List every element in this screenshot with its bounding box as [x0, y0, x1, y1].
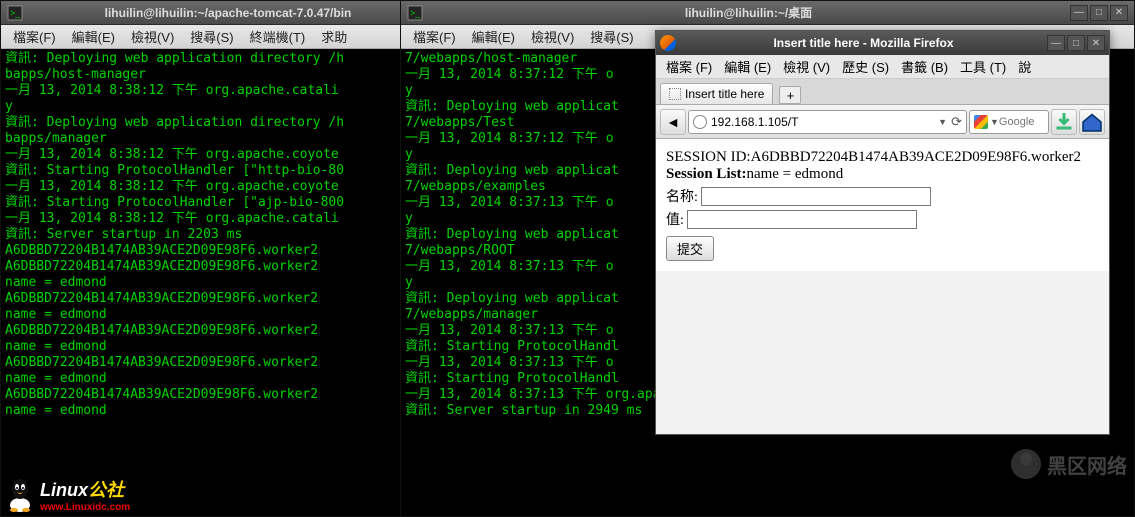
ff-menu-file[interactable]: 檔案 (F): [660, 55, 718, 78]
firefox-menubar: 檔案 (F) 編輯 (E) 檢視 (V) 歷史 (S) 書籤 (B) 工具 (T…: [656, 55, 1109, 79]
page-content: SESSION ID:A6DBBD72204B1474AB39ACE2D09E9…: [656, 139, 1109, 271]
term1-title: lihuilin@lihuilin:~/apache-tomcat-7.0.47…: [27, 6, 429, 20]
url-dropdown-icon[interactable]: ▼: [938, 117, 947, 127]
session-list-line: Session List:name = edmond: [666, 166, 1099, 183]
term1-menu-terminal[interactable]: 終端機(T): [242, 25, 314, 48]
svg-text:>_: >_: [410, 8, 421, 18]
close-button[interactable]: ✕: [1110, 5, 1128, 21]
value-row: 值:: [666, 209, 1099, 229]
name-label: 名称:: [666, 190, 698, 205]
term1-output[interactable]: 資訊: Deploying web application directory …: [1, 49, 435, 421]
back-button[interactable]: ◄: [660, 109, 686, 135]
term1-menu-edit[interactable]: 編輯(E): [64, 25, 123, 48]
new-tab-button[interactable]: +: [779, 86, 801, 104]
term1-menubar: 檔案(F) 編輯(E) 檢視(V) 搜尋(S) 終端機(T) 求助: [1, 25, 435, 49]
ff-menu-history[interactable]: 歷史 (S): [836, 55, 895, 78]
term2-titlebar[interactable]: >_ lihuilin@lihuilin:~/桌面 — □ ✕: [401, 1, 1134, 25]
reload-button[interactable]: ⟳: [951, 114, 962, 130]
ff-close-button[interactable]: ✕: [1087, 35, 1105, 51]
firefox-window: Insert title here - Mozilla Firefox — □ …: [655, 30, 1110, 435]
term1-titlebar[interactable]: >_ lihuilin@lihuilin:~/apache-tomcat-7.0…: [1, 1, 435, 25]
watermark-heiqu: 黑区网络: [1011, 449, 1127, 479]
ff-menu-tools[interactable]: 工具 (T): [954, 55, 1012, 78]
firefox-title: Insert title here - Mozilla Firefox: [680, 36, 1047, 50]
globe-icon: [693, 115, 707, 129]
terminal-icon: >_: [7, 5, 23, 21]
session-list-value: name = edmond: [746, 166, 843, 182]
firefox-tabbar: Insert title here +: [656, 79, 1109, 105]
heiqu-icon: [1011, 449, 1041, 479]
svg-text:>_: >_: [10, 8, 21, 18]
wm-text1: Linux: [40, 480, 88, 500]
ff-menu-help[interactable]: 說: [1012, 55, 1037, 78]
url-bar[interactable]: ▼ ⟳: [688, 110, 967, 134]
firefox-tab[interactable]: Insert title here: [660, 83, 773, 104]
watermark-text: Linux公社 www.Linuxidc.com: [40, 476, 130, 513]
terminal-icon: >_: [407, 5, 423, 21]
term2-title: lihuilin@lihuilin:~/桌面: [427, 4, 1070, 21]
value-input[interactable]: [687, 210, 917, 229]
terminal-window-1: >_ lihuilin@lihuilin:~/apache-tomcat-7.0…: [0, 0, 436, 517]
session-label: SESSION ID:: [666, 149, 751, 165]
downloads-button[interactable]: [1051, 109, 1077, 135]
term2-menu-edit[interactable]: 編輯(E): [464, 25, 523, 48]
home-button[interactable]: [1079, 109, 1105, 135]
value-label: 值:: [666, 213, 684, 228]
submit-button[interactable]: 提交: [666, 236, 714, 261]
session-id: A6DBBD72204B1474AB39ACE2D09E98F6.worker2: [751, 149, 1081, 165]
term2-menu-view[interactable]: 檢視(V): [523, 25, 582, 48]
name-row: 名称:: [666, 186, 1099, 206]
firefox-icon: [660, 35, 676, 51]
heiqu-text: 黑区网络: [1047, 450, 1127, 479]
search-bar[interactable]: ▼: [969, 110, 1049, 134]
ff-menu-edit[interactable]: 編輯 (E): [718, 55, 777, 78]
name-input[interactable]: [701, 187, 931, 206]
search-dropdown-icon[interactable]: ▼: [990, 117, 999, 127]
term2-menu-file[interactable]: 檔案(F): [405, 25, 464, 48]
term1-menu-view[interactable]: 檢視(V): [123, 25, 182, 48]
google-icon: [974, 115, 988, 129]
session-id-line: SESSION ID:A6DBBD72204B1474AB39ACE2D09E9…: [666, 149, 1099, 166]
term1-menu-help[interactable]: 求助: [313, 25, 355, 48]
wm-text2: 公社: [88, 480, 124, 500]
ff-menu-bookmarks[interactable]: 書籤 (B): [895, 55, 954, 78]
wm-url: www.Linuxidc.com: [40, 502, 130, 513]
session-list-label: Session List:: [666, 166, 746, 182]
ff-minimize-button[interactable]: —: [1047, 35, 1065, 51]
search-input[interactable]: [999, 116, 1039, 128]
firefox-toolbar: ◄ ▼ ⟳ ▼: [656, 105, 1109, 139]
tab-label: Insert title here: [685, 87, 764, 101]
ff-maximize-button[interactable]: □: [1067, 35, 1085, 51]
minimize-button[interactable]: —: [1070, 5, 1088, 21]
maximize-button[interactable]: □: [1090, 5, 1108, 21]
firefox-titlebar[interactable]: Insert title here - Mozilla Firefox — □ …: [656, 31, 1109, 55]
page-icon: [669, 88, 681, 100]
term1-menu-search[interactable]: 搜尋(S): [182, 25, 241, 48]
url-input[interactable]: [711, 115, 934, 129]
term2-menu-search[interactable]: 搜尋(S): [582, 25, 641, 48]
term1-menu-file[interactable]: 檔案(F): [5, 25, 64, 48]
tux-icon: [4, 477, 36, 513]
ff-menu-view[interactable]: 檢視 (V): [777, 55, 836, 78]
watermark-linuxidc: Linux公社 www.Linuxidc.com: [4, 476, 130, 513]
